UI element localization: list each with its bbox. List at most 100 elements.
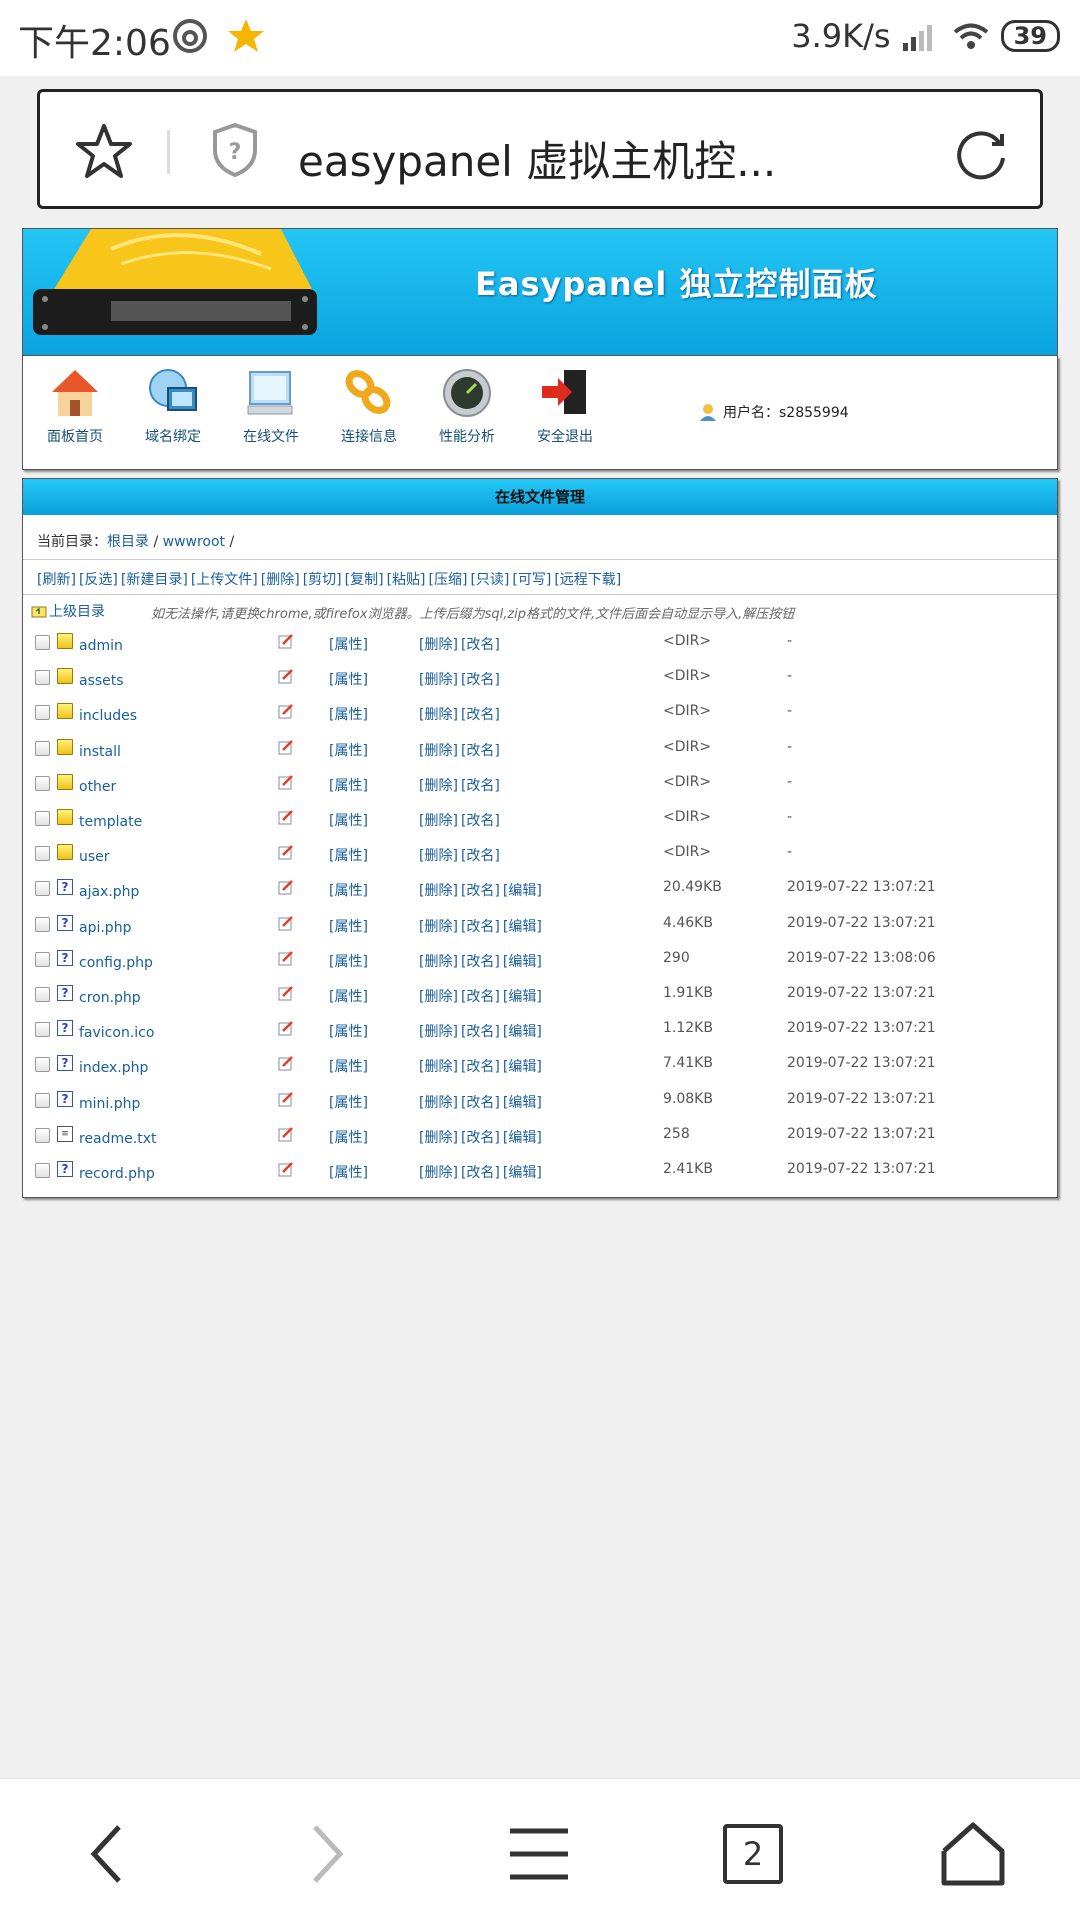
edit-link[interactable]: [编辑] xyxy=(503,1059,542,1075)
row-checkbox[interactable] xyxy=(35,916,50,932)
row-checkbox[interactable] xyxy=(35,1057,50,1073)
file-name-link[interactable]: mini.php xyxy=(79,1096,140,1112)
attributes-link[interactable]: [属性] xyxy=(329,775,368,795)
attributes-link[interactable]: [属性] xyxy=(329,1162,368,1182)
attributes-link[interactable]: [属性] xyxy=(329,634,368,654)
edit-link[interactable]: [编辑] xyxy=(503,989,542,1005)
rename-link[interactable]: [改名] xyxy=(461,848,500,864)
attributes-link[interactable]: [属性] xyxy=(329,740,368,760)
delete-link[interactable]: [删除] xyxy=(419,919,458,935)
bookmark-star-icon[interactable] xyxy=(74,122,134,182)
file-name-link[interactable]: assets xyxy=(79,673,124,689)
toolbar-button[interactable]: [粘贴] xyxy=(387,572,426,588)
attributes-link[interactable]: [属性] xyxy=(329,704,368,724)
toolbar-button[interactable]: [删除] xyxy=(261,572,300,588)
rename-link[interactable]: [改名] xyxy=(461,989,500,1005)
rename-link[interactable]: [改名] xyxy=(461,637,500,653)
attributes-link[interactable]: [属性] xyxy=(329,916,368,936)
toolbar-button[interactable]: [新建目录] xyxy=(121,572,188,588)
nav-logout[interactable]: 安全退出 xyxy=(525,366,605,446)
pencil-icon[interactable] xyxy=(278,668,294,684)
reload-icon[interactable] xyxy=(950,122,1012,184)
file-name-link[interactable]: config.php xyxy=(79,955,153,971)
delete-link[interactable]: [删除] xyxy=(419,1059,458,1075)
row-checkbox[interactable] xyxy=(35,1163,50,1178)
rename-link[interactable]: [改名] xyxy=(461,1095,500,1111)
rename-link[interactable]: [改名] xyxy=(461,919,500,935)
root-link[interactable]: 根目录 xyxy=(107,534,149,550)
delete-link[interactable]: [删除] xyxy=(419,883,458,899)
edit-link[interactable]: [编辑] xyxy=(503,1095,542,1111)
delete-link[interactable]: [删除] xyxy=(419,989,458,1005)
rename-link[interactable]: [改名] xyxy=(461,1059,500,1075)
delete-link[interactable]: [删除] xyxy=(419,1165,458,1181)
edit-link[interactable]: [编辑] xyxy=(503,1024,542,1040)
delete-link[interactable]: [删除] xyxy=(419,1095,458,1111)
pencil-icon[interactable] xyxy=(278,1126,294,1142)
row-checkbox[interactable] xyxy=(35,881,50,897)
pencil-icon[interactable] xyxy=(278,1055,294,1071)
pencil-icon[interactable] xyxy=(278,879,294,895)
pencil-icon[interactable] xyxy=(278,985,294,1001)
parent-dir-link[interactable]: 上级目录 xyxy=(31,601,105,621)
delete-link[interactable]: [删除] xyxy=(419,1024,458,1040)
page-title[interactable]: easypanel 虚拟主机控... xyxy=(298,128,776,189)
rename-link[interactable]: [改名] xyxy=(461,883,500,899)
attributes-link[interactable]: [属性] xyxy=(329,845,368,865)
toolbar-button[interactable]: [刷新] xyxy=(37,572,76,588)
nav-files[interactable]: 在线文件 xyxy=(231,366,311,446)
pencil-icon[interactable] xyxy=(278,633,294,649)
row-checkbox[interactable] xyxy=(35,951,50,967)
rename-link[interactable]: [改名] xyxy=(461,672,500,688)
nav-performance[interactable]: 性能分析 xyxy=(427,366,507,446)
file-name-link[interactable]: other xyxy=(79,779,116,795)
file-name-link[interactable]: readme.txt xyxy=(79,1131,157,1147)
file-name-link[interactable]: cron.php xyxy=(79,990,141,1006)
toolbar-button[interactable]: [远程下载] xyxy=(554,572,621,588)
toolbar-button[interactable]: [上传文件] xyxy=(191,572,258,588)
file-name-link[interactable]: install xyxy=(79,744,121,760)
wwwroot-link[interactable]: wwwroot xyxy=(163,534,225,550)
rename-link[interactable]: [改名] xyxy=(461,707,500,723)
nav-domain[interactable]: 域名绑定 xyxy=(133,366,213,446)
row-checkbox[interactable] xyxy=(35,705,50,721)
row-checkbox[interactable] xyxy=(35,740,50,756)
rename-link[interactable]: [改名] xyxy=(461,743,500,759)
row-checkbox[interactable] xyxy=(35,775,50,791)
row-checkbox[interactable] xyxy=(35,811,50,826)
rename-link[interactable]: [改名] xyxy=(461,954,500,970)
attributes-link[interactable]: [属性] xyxy=(329,1021,368,1041)
row-checkbox[interactable] xyxy=(35,1022,50,1038)
nav-connection[interactable]: 连接信息 xyxy=(329,366,409,446)
attributes-link[interactable]: [属性] xyxy=(329,951,368,971)
file-name-link[interactable]: index.php xyxy=(79,1060,148,1076)
attributes-link[interactable]: [属性] xyxy=(329,810,368,830)
row-checkbox[interactable] xyxy=(35,987,50,1002)
attributes-link[interactable]: [属性] xyxy=(329,1092,368,1112)
edit-link[interactable]: [编辑] xyxy=(503,1165,542,1181)
delete-link[interactable]: [删除] xyxy=(419,813,458,829)
attributes-link[interactable]: [属性] xyxy=(329,986,368,1006)
rename-link[interactable]: [改名] xyxy=(461,1130,500,1146)
rename-link[interactable]: [改名] xyxy=(461,778,500,794)
file-name-link[interactable]: includes xyxy=(79,708,137,724)
home-icon[interactable] xyxy=(938,1819,1008,1889)
delete-link[interactable]: [删除] xyxy=(419,848,458,864)
file-name-link[interactable]: ajax.php xyxy=(79,884,139,900)
file-name-link[interactable]: favicon.ico xyxy=(79,1025,154,1041)
toolbar-button[interactable]: [可写] xyxy=(512,572,551,588)
forward-icon[interactable] xyxy=(290,1819,360,1889)
pencil-icon[interactable] xyxy=(278,915,294,931)
attributes-link[interactable]: [属性] xyxy=(329,1127,368,1147)
delete-link[interactable]: [删除] xyxy=(419,672,458,688)
row-checkbox[interactable] xyxy=(35,635,50,650)
tabs-button[interactable]: 2 xyxy=(723,1824,783,1884)
pencil-icon[interactable] xyxy=(278,809,294,825)
shield-icon[interactable]: ? xyxy=(210,122,260,178)
rename-link[interactable]: [改名] xyxy=(461,1165,500,1181)
row-checkbox[interactable] xyxy=(35,1092,50,1108)
address-bar[interactable]: ? easypanel 虚拟主机控... xyxy=(37,89,1043,209)
nav-home[interactable]: 面板首页 xyxy=(35,366,115,446)
toolbar-button[interactable]: [反选] xyxy=(79,572,118,588)
attributes-link[interactable]: [属性] xyxy=(329,669,368,689)
